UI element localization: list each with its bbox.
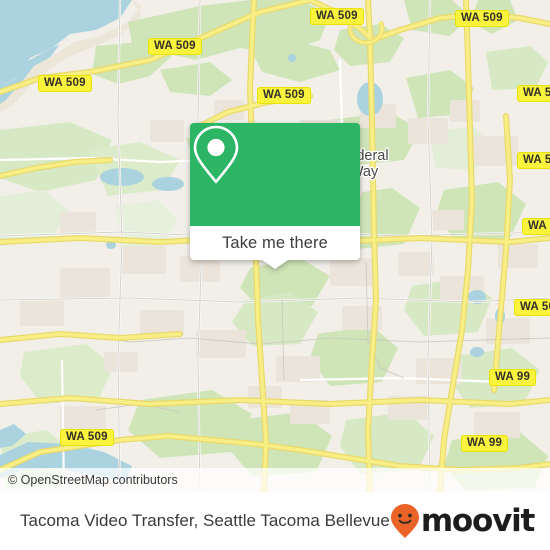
callout-action-bar[interactable]: Take me there bbox=[190, 226, 360, 269]
road-shield-wa509[interactable]: WA 509 bbox=[148, 38, 202, 55]
map-attribution: © OpenStreetMap contributors bbox=[0, 468, 550, 492]
road-shield-wa99[interactable]: WA 99 bbox=[489, 369, 537, 386]
road-shield-wa509[interactable]: WA 509 bbox=[257, 87, 311, 104]
moovit-logo[interactable]: moovit bbox=[390, 502, 536, 539]
take-me-there-label: Take me there bbox=[222, 233, 328, 252]
road-shield-wa509[interactable]: WA 509 bbox=[60, 429, 114, 446]
road-shield-wa509[interactable]: WA 509 bbox=[455, 10, 509, 27]
map-canvas[interactable]: Federal Way WA 509 WA 509 WA 509 WA 509 … bbox=[0, 0, 550, 492]
footer-content: Tacoma Video Transfer, Seattle Tacoma Be… bbox=[0, 492, 550, 550]
road-shield-wa509[interactable]: WA 509 bbox=[517, 85, 550, 102]
footer-title: Tacoma Video Transfer, Seattle Tacoma Be… bbox=[20, 511, 390, 530]
destination-callout[interactable]: Take me there bbox=[190, 123, 360, 269]
callout-icon-area bbox=[190, 123, 360, 226]
attribution-text[interactable]: © OpenStreetMap contributors bbox=[0, 473, 178, 487]
road-shield-wa509[interactable]: WA 509 bbox=[514, 299, 550, 316]
road-shield-wa509[interactable]: WA 509 bbox=[38, 75, 92, 92]
callout-pointer-tail bbox=[262, 260, 288, 269]
moovit-wordmark: moovit bbox=[420, 502, 536, 539]
road-shield-wa509[interactable]: WA 509 bbox=[517, 152, 550, 169]
moovit-smiley-pin-icon bbox=[390, 504, 419, 538]
road-shield-wa509[interactable]: WA 509 bbox=[522, 218, 550, 235]
footer-bar: Tacoma Video Transfer, Seattle Tacoma Be… bbox=[0, 492, 550, 550]
road-shield-wa99[interactable]: WA 99 bbox=[461, 435, 509, 452]
moovit-map-screenshot: Federal Way WA 509 WA 509 WA 509 WA 509 … bbox=[0, 0, 550, 550]
road-shield-wa509[interactable]: WA 509 bbox=[310, 8, 364, 25]
map-pin-icon bbox=[193, 125, 239, 184]
